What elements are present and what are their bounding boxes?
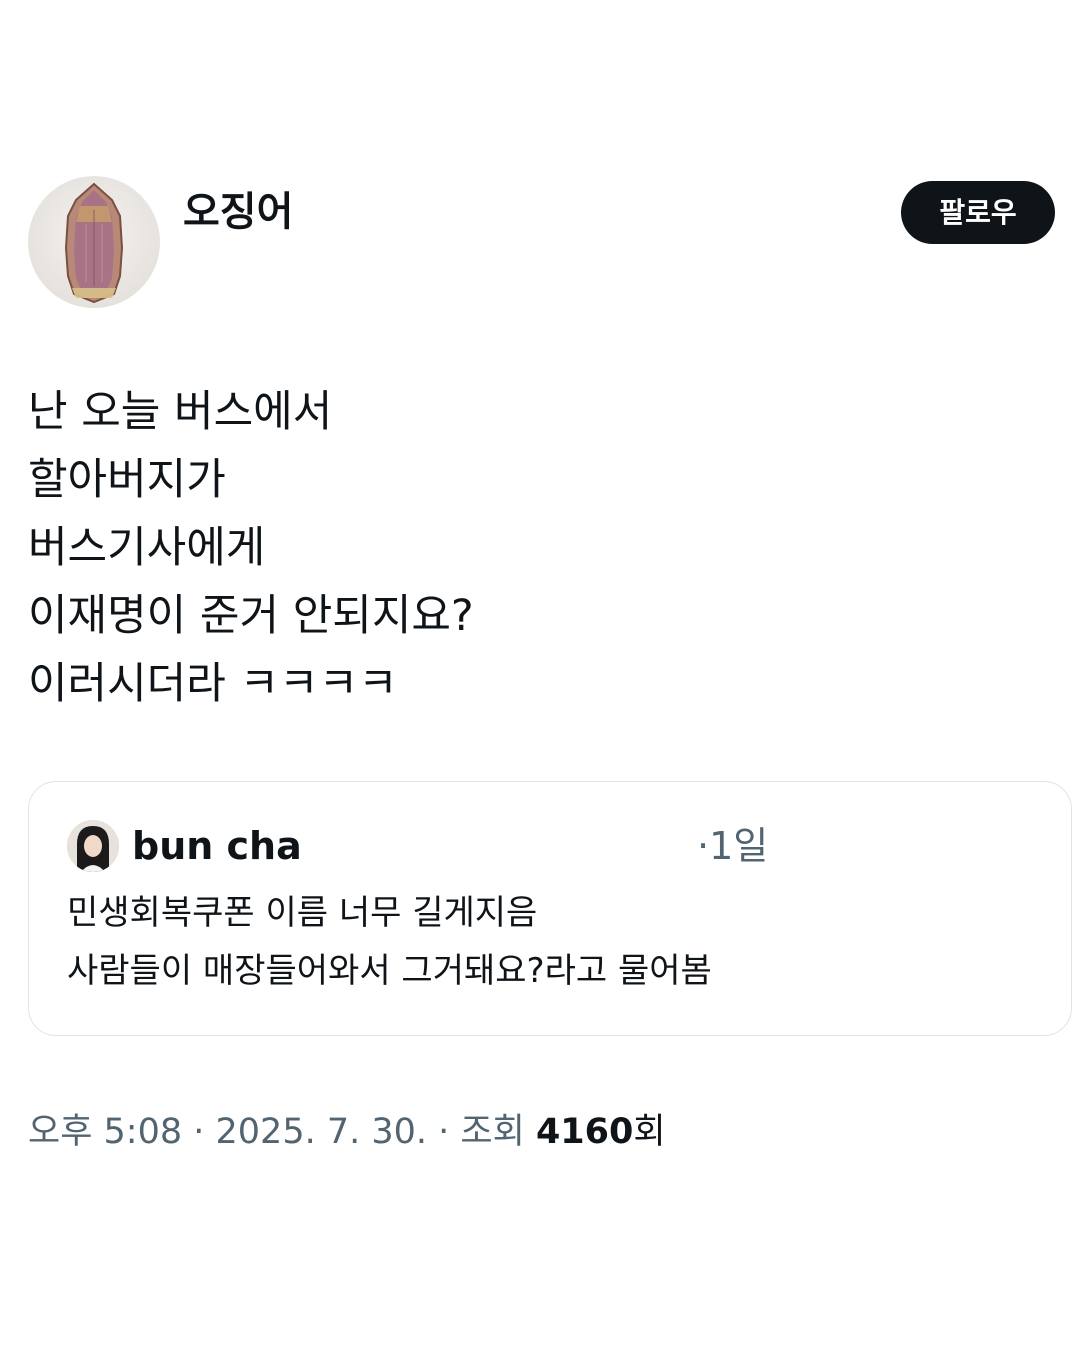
- person-avatar-image: [67, 820, 119, 872]
- views-suffix: 회: [633, 1112, 666, 1152]
- post-text-line: 버스기사에게: [28, 523, 266, 573]
- post-time[interactable]: 오후 5:08: [28, 1112, 182, 1152]
- dried-squid-avatar-image: [64, 182, 124, 304]
- post-text: 난 오늘 버스에서 할아버지가 버스기사에게 이재명이 준거 안되지요? 이러시…: [28, 378, 1008, 718]
- quoted-post-card[interactable]: bun cha ·1일 민생회복쿠폰 이름 너무 길게지음 사람들이 매장들어와…: [28, 781, 1072, 1036]
- quoted-text-line: 민생회복쿠폰 이름 너무 길게지음: [67, 893, 538, 933]
- post-text-line: 이재명이 준거 안되지요?: [28, 591, 474, 641]
- quoted-post-time: ·1일: [697, 824, 769, 868]
- quoted-author-avatar: [67, 820, 119, 872]
- quoted-text-line: 사람들이 매장들어와서 그거돼요?라고 물어봄: [67, 951, 712, 991]
- post-meta: 오후 5:08 · 2025. 7. 30. · 조회 4160회: [28, 1104, 666, 1160]
- author-handle[interactable]: [300, 280, 400, 294]
- views-prefix: 조회: [460, 1112, 536, 1152]
- post-text-line: 할아버지가: [28, 455, 226, 505]
- author-avatar[interactable]: [28, 176, 160, 308]
- meta-separator: ·: [427, 1112, 461, 1152]
- post-date[interactable]: 2025. 7. 30.: [216, 1112, 428, 1152]
- meta-separator: ·: [182, 1112, 216, 1152]
- follow-button[interactable]: 팔로우: [901, 181, 1055, 244]
- quoted-post-text: 민생회복쿠폰 이름 너무 길게지음 사람들이 매장들어와서 그거돼요?라고 물어…: [67, 884, 1047, 1000]
- post-text-line: 이러시더라 ㅋㅋㅋㅋ: [28, 659, 398, 709]
- post-text-line: 난 오늘 버스에서: [28, 387, 333, 437]
- quoted-author-name: bun cha: [132, 824, 302, 868]
- views-count[interactable]: 4160: [536, 1112, 633, 1152]
- author-name[interactable]: 오징어: [183, 186, 293, 238]
